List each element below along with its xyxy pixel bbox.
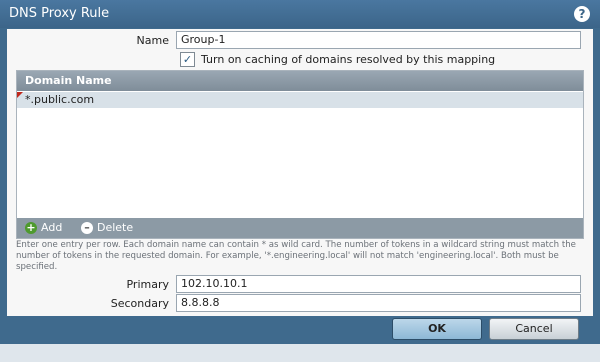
name-label: Name xyxy=(136,34,169,47)
modified-marker-icon xyxy=(17,92,23,98)
cancel-button[interactable]: Cancel xyxy=(489,318,579,340)
dialog-body: Name Group-1 ✓ Turn on caching of domain… xyxy=(7,29,593,316)
caching-checkbox[interactable]: ✓ xyxy=(180,52,195,67)
primary-field[interactable]: 102.10.10.1 xyxy=(176,275,581,293)
dns-proxy-rule-dialog: DNS Proxy Rule ? Name Group-1 ✓ Turn on … xyxy=(0,0,600,362)
minus-icon: – xyxy=(81,222,93,234)
secondary-field[interactable]: 8.8.8.8 xyxy=(176,294,581,312)
name-field[interactable]: Group-1 xyxy=(176,31,581,49)
plus-icon: + xyxy=(25,221,37,234)
domain-cell: *.public.com xyxy=(25,93,95,106)
column-header-domain-name[interactable]: Domain Name xyxy=(17,71,583,91)
help-icon[interactable]: ? xyxy=(574,6,590,22)
table-row[interactable]: *.public.com xyxy=(17,92,583,108)
help-text: Enter one entry per row. Each domain nam… xyxy=(16,240,576,272)
grid-toolbar: + Add – Delete xyxy=(17,218,583,238)
dialog-titlebar: DNS Proxy Rule ? xyxy=(0,0,600,28)
delete-button[interactable]: – Delete xyxy=(81,220,145,236)
caching-checkbox-label: Turn on caching of domains resolved by t… xyxy=(201,53,496,66)
dialog-title: DNS Proxy Rule xyxy=(9,6,110,21)
domain-name-grid: Domain Name *.public.com + Add – Delete xyxy=(16,70,584,239)
add-button[interactable]: + Add xyxy=(25,220,71,236)
ok-button[interactable]: OK xyxy=(392,318,482,340)
secondary-label: Secondary xyxy=(110,297,169,310)
primary-label: Primary xyxy=(126,278,169,291)
bottom-strip xyxy=(0,344,600,362)
